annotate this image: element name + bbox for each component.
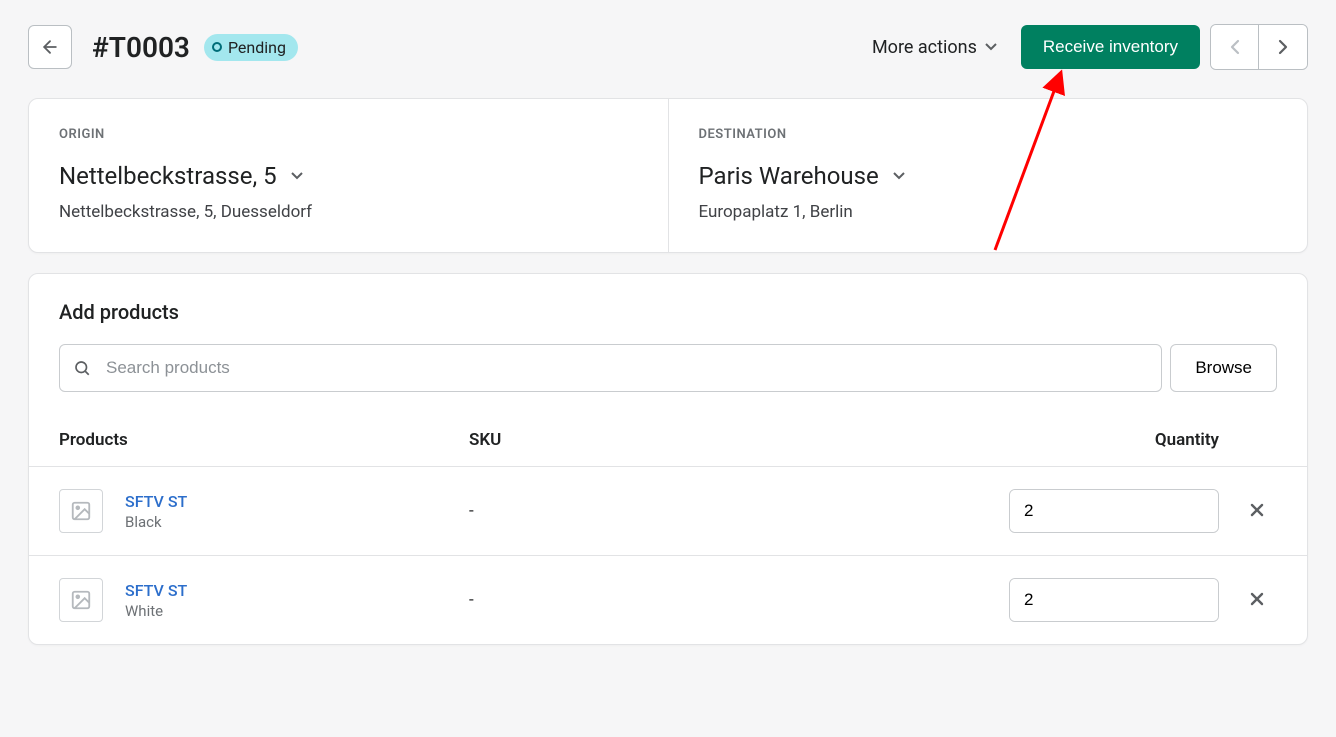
quantity-stepper (1009, 578, 1219, 622)
destination-name: Paris Warehouse (699, 162, 879, 190)
pager-prev-button[interactable] (1211, 25, 1259, 69)
back-button[interactable] (28, 25, 72, 69)
browse-button[interactable]: Browse (1170, 344, 1277, 392)
more-actions-label: More actions (872, 37, 977, 58)
product-thumbnail (59, 578, 103, 622)
product-variant: White (125, 602, 187, 620)
quantity-input[interactable] (1010, 579, 1219, 621)
product-thumbnail (59, 489, 103, 533)
quantity-input[interactable] (1010, 490, 1219, 532)
caret-down-icon (893, 172, 905, 180)
page-title: #T0003 (92, 31, 190, 64)
product-variant: Black (125, 513, 187, 531)
products-card: Add products Browse Products SKU Quantit… (28, 273, 1308, 645)
locations-card: ORIGIN Nettelbeckstrasse, 5 Nettelbeckst… (28, 98, 1308, 253)
col-quantity: Quantity (977, 430, 1237, 450)
remove-row-button[interactable] (1243, 496, 1271, 527)
origin-name: Nettelbeckstrasse, 5 (59, 162, 277, 190)
product-row: SFTV ST Black - (29, 467, 1307, 556)
destination-address: Europaplatz 1, Berlin (699, 202, 1278, 222)
add-products-title: Add products (29, 300, 1307, 344)
chevron-right-icon (1278, 39, 1288, 55)
col-products: Products (59, 430, 469, 450)
remove-row-button[interactable] (1243, 585, 1271, 616)
origin-address: Nettelbeckstrasse, 5, Duesseldorf (59, 202, 638, 222)
product-name-link[interactable]: SFTV ST (125, 492, 187, 511)
origin-label: ORIGIN (59, 127, 638, 142)
caret-down-icon (291, 172, 303, 180)
image-placeholder-icon (70, 589, 92, 611)
chevron-left-icon (1230, 39, 1240, 55)
products-table-header: Products SKU Quantity (29, 418, 1307, 467)
caret-down-icon (985, 43, 997, 51)
arrow-left-icon (40, 37, 60, 57)
search-icon (73, 359, 91, 377)
receive-inventory-button[interactable]: Receive inventory (1021, 25, 1200, 69)
pager (1210, 24, 1308, 70)
status-badge: Pending (204, 34, 298, 61)
product-row: SFTV ST White - (29, 556, 1307, 644)
status-dot-icon (212, 42, 222, 52)
destination-label: DESTINATION (699, 127, 1278, 142)
pager-next-button[interactable] (1259, 25, 1307, 69)
col-sku: SKU (469, 430, 977, 450)
quantity-stepper (1009, 489, 1219, 533)
more-actions-menu[interactable]: More actions (872, 37, 997, 58)
product-name-link[interactable]: SFTV ST (125, 581, 187, 600)
close-icon (1249, 502, 1265, 518)
origin-column: ORIGIN Nettelbeckstrasse, 5 Nettelbeckst… (29, 99, 669, 252)
close-icon (1249, 591, 1265, 607)
status-badge-label: Pending (228, 38, 286, 57)
search-products-input[interactable] (59, 344, 1162, 392)
product-sku: - (469, 501, 977, 521)
product-sku: - (469, 590, 977, 610)
destination-selector[interactable]: Paris Warehouse (699, 162, 1278, 190)
origin-selector[interactable]: Nettelbeckstrasse, 5 (59, 162, 638, 190)
destination-column: DESTINATION Paris Warehouse Europaplatz … (669, 99, 1308, 252)
image-placeholder-icon (70, 500, 92, 522)
